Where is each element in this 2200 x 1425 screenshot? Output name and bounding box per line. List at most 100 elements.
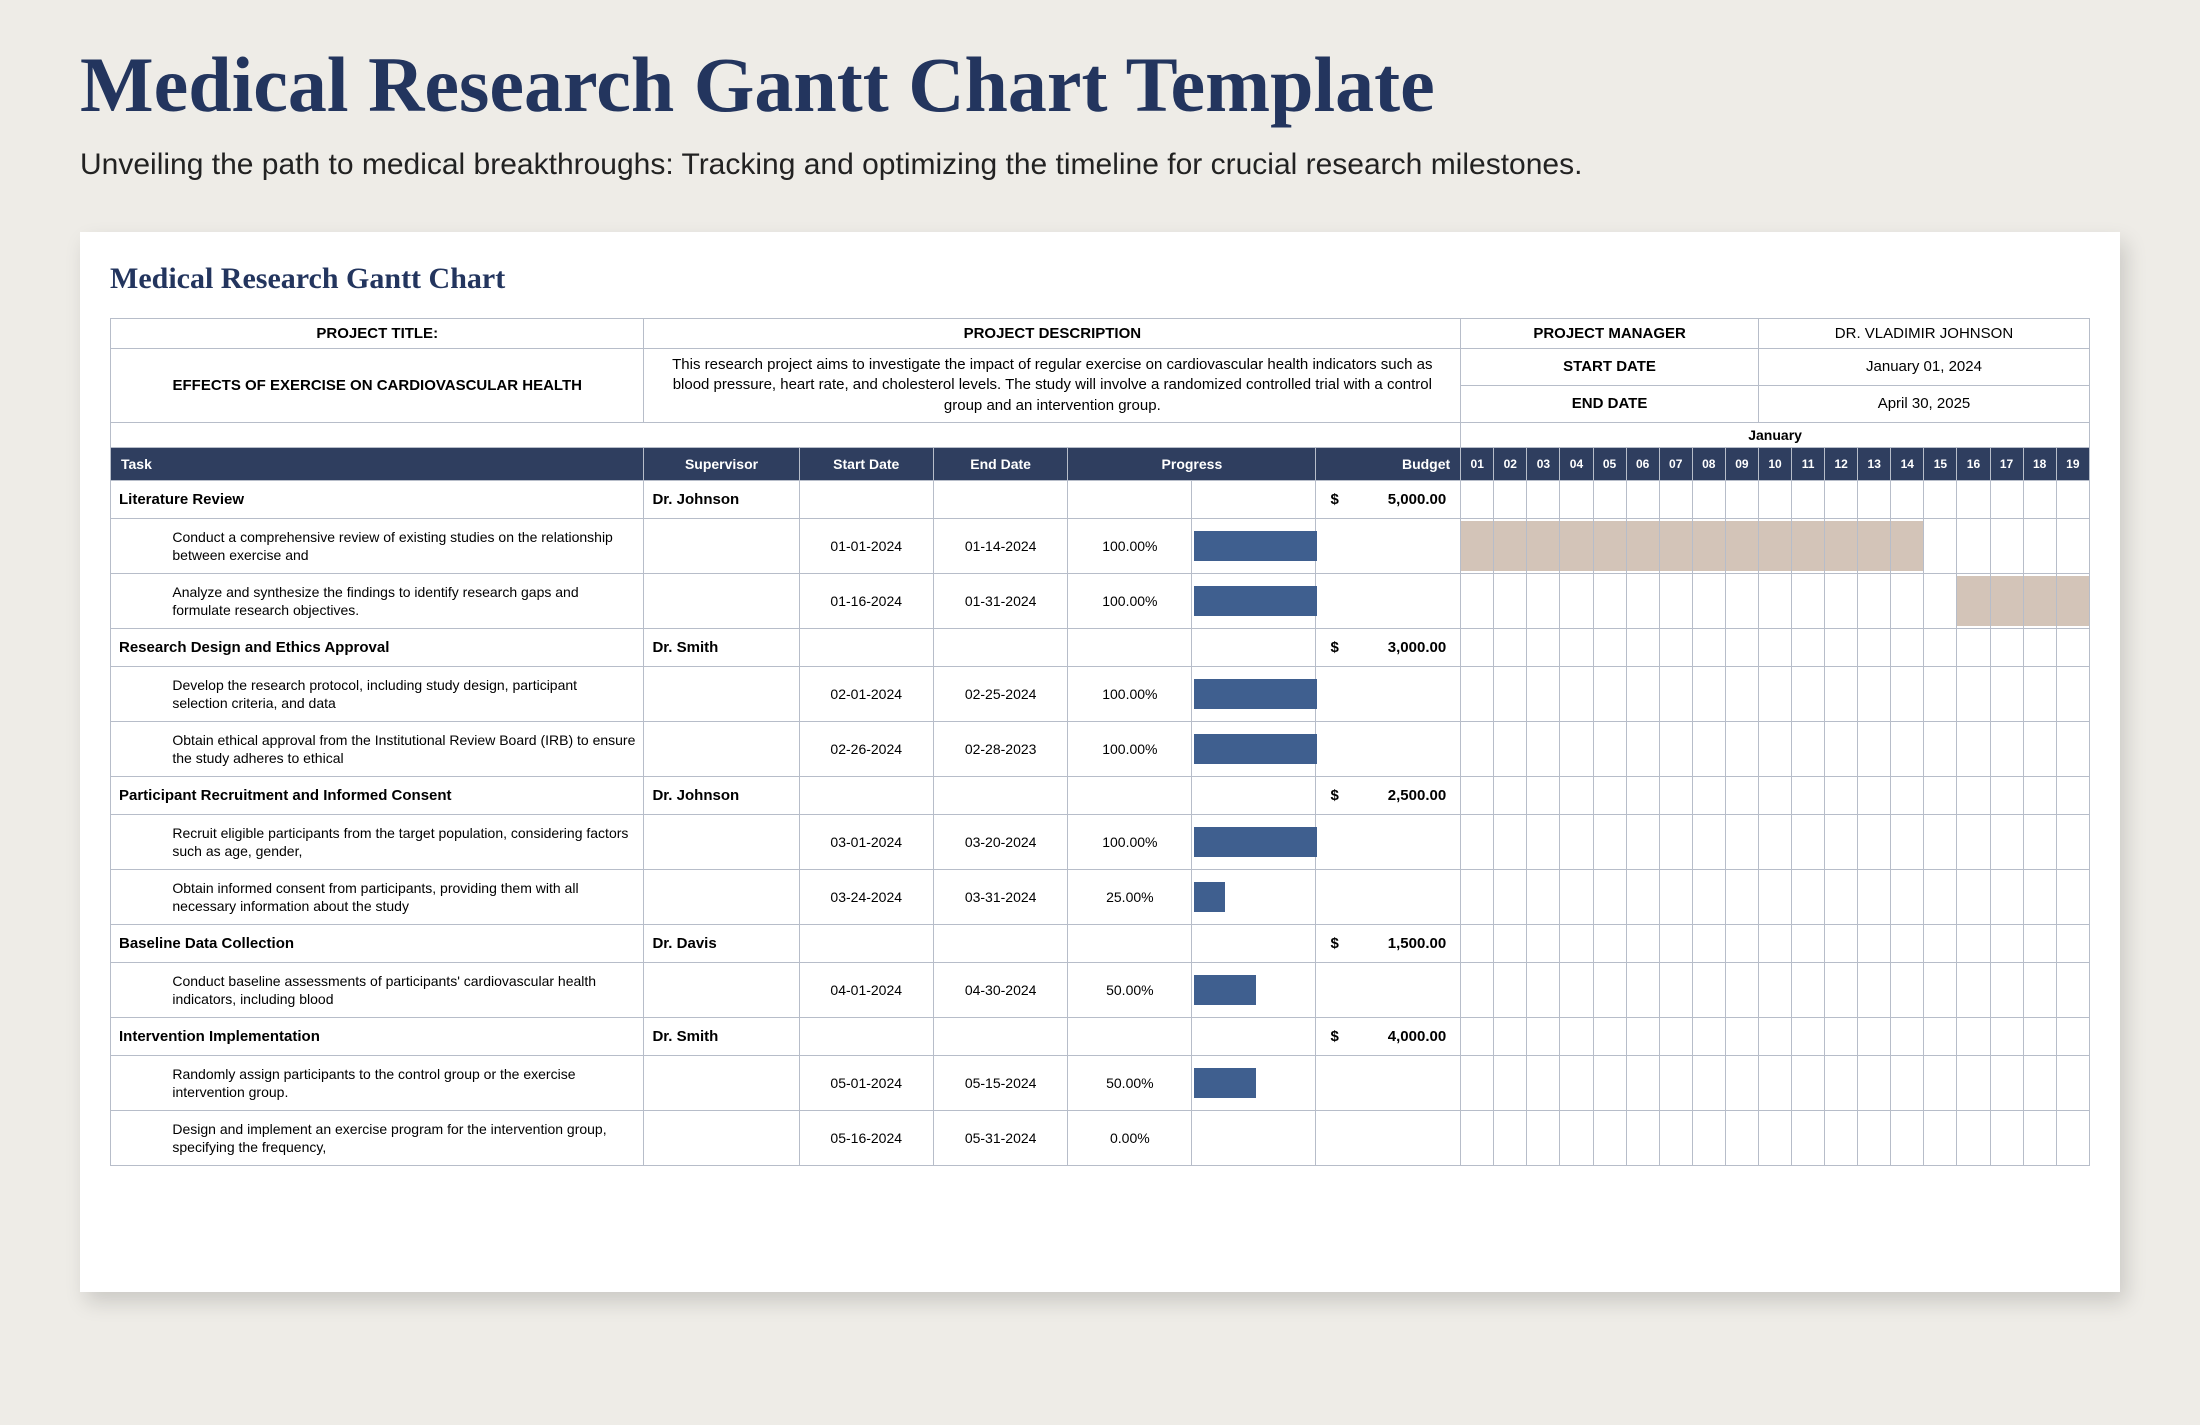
gantt-day-cell [1626,721,1659,776]
gantt-day-cell [1725,518,1758,573]
task-row: Analyze and synthesize the findings to i… [111,573,2090,628]
task-row: Obtain informed consent from participant… [111,869,2090,924]
progress-bar-cell [1192,869,1316,924]
gantt-day-cell [1891,1017,1924,1055]
gantt-day-cell [1692,814,1725,869]
gantt-day-cell [1593,776,1626,814]
gantt-day-cell [1626,962,1659,1017]
progress-bar [1194,679,1317,709]
gantt-day-cell [1758,776,1791,814]
gantt-day-cell [1626,814,1659,869]
task-progress: 100.00% [1068,573,1192,628]
gantt-day-cell [1461,1017,1494,1055]
gantt-day-cell [1825,628,1858,666]
phase-supervisor: Dr. Smith [644,1017,799,1055]
gantt-day-cell [1725,924,1758,962]
gantt-day-cell [1593,628,1626,666]
task-row: Conduct baseline assessments of particip… [111,962,2090,1017]
task-supervisor [644,573,799,628]
gantt-day-cell [1825,1055,1858,1110]
task-row: Recruit eligible participants from the t… [111,814,2090,869]
gantt-day-cell [2056,1017,2089,1055]
gantt-day-cell [1527,480,1560,518]
gantt-day-cell [1527,869,1560,924]
gantt-day-cell [1792,628,1825,666]
task-start-date: 04-01-2024 [799,962,933,1017]
gantt-day-cell [1990,1110,2023,1165]
gantt-day-cell [1825,721,1858,776]
gantt-day-cell [1626,666,1659,721]
task-supervisor [644,518,799,573]
column-header-row: Task Supervisor Start Date End Date Prog… [111,447,2090,480]
gantt-day-cell [1560,666,1593,721]
gantt-day-cell [1527,666,1560,721]
gantt-day-cell [1626,1055,1659,1110]
gantt-day-cell [1560,628,1593,666]
gantt-day-cell [1461,573,1494,628]
gantt-day-cell [2023,869,2056,924]
gantt-day-cell [1858,1110,1891,1165]
gantt-day-cell [1461,480,1494,518]
spreadsheet-sheet: Medical Research Gantt Chart PROJECT TIT… [80,232,2120,1292]
gantt-day-cell [1957,721,1990,776]
task-row: Obtain ethical approval from the Institu… [111,721,2090,776]
col-start-date: Start Date [799,447,933,480]
gantt-day-cell [1825,1017,1858,1055]
task-budget [1316,814,1461,869]
gantt-day-cell [1560,814,1593,869]
gantt-day-cell [2056,628,2089,666]
progress-bar-cell [1192,1110,1316,1165]
gantt-day-cell [1725,666,1758,721]
col-task: Task [111,447,644,480]
gantt-day-cell [1957,480,1990,518]
gantt-day-cell [1891,721,1924,776]
gantt-day-cell [1494,1017,1527,1055]
gantt-day-cell [1990,1017,2023,1055]
gantt-day-cell [1725,1055,1758,1110]
gantt-day-cell [1990,666,2023,721]
gantt-bar [1527,521,1559,571]
gantt-day-cell [2056,666,2089,721]
gantt-day-cell [1792,1110,1825,1165]
gantt-day-cell [1758,962,1791,1017]
gantt-day-cell [1825,814,1858,869]
gantt-bar [1560,521,1592,571]
page-title: Medical Research Gantt Chart Template [80,40,2120,130]
gantt-day-cell [1924,776,1957,814]
gantt-day-cell [2023,666,2056,721]
gantt-bar [1825,521,1857,571]
gantt-day-cell [1659,962,1692,1017]
gantt-day-cell [1924,628,1957,666]
progress-bar [1194,882,1225,912]
day-07: 07 [1659,447,1692,480]
day-17: 17 [1990,447,2023,480]
gantt-day-cell [2056,776,2089,814]
gantt-day-cell [1527,924,1560,962]
day-10: 10 [1758,447,1791,480]
gantt-day-cell [1692,573,1725,628]
gantt-day-cell [1659,721,1692,776]
gantt-day-cell [1593,573,1626,628]
gantt-day-cell [1858,628,1891,666]
gantt-day-cell [1626,518,1659,573]
task-name: Recruit eligible participants from the t… [168,814,644,869]
gantt-day-cell [1825,1110,1858,1165]
progress-bar [1194,734,1317,764]
gantt-day-cell [1494,628,1527,666]
gantt-day-cell [1725,628,1758,666]
gantt-day-cell [1891,480,1924,518]
gantt-day-cell [1461,924,1494,962]
gantt-day-cell [1990,721,2023,776]
gantt-day-cell [1990,814,2023,869]
gantt-day-cell [1725,869,1758,924]
phase-row: Research Design and Ethics ApprovalDr. S… [111,628,2090,666]
col-supervisor: Supervisor [644,447,799,480]
gantt-day-cell [1494,869,1527,924]
gantt-day-cell [1593,666,1626,721]
gantt-day-cell [1990,628,2023,666]
gantt-day-cell [1858,924,1891,962]
phase-name: Baseline Data Collection [111,924,644,962]
gantt-day-cell [1891,666,1924,721]
task-progress: 100.00% [1068,518,1192,573]
gantt-day-cell [1659,573,1692,628]
